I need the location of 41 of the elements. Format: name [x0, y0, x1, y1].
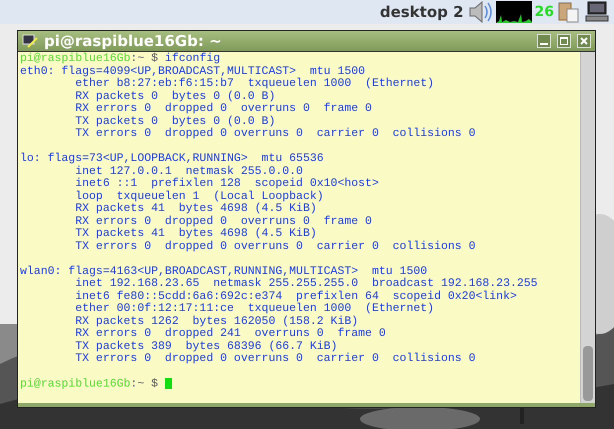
output-line: TX packets 389 bytes 68396 (66.7 KiB) — [74, 340, 338, 352]
output-line: RX errors 0 dropped 241 overruns 0 frame 0 — [74, 327, 386, 340]
output-line: loop txqueuelen 1 (Local Loopback) — [74, 190, 324, 202]
maximize-icon — [560, 37, 568, 45]
prompt-user-host: pi@raspiblue16Gb — [20, 378, 130, 391]
maximize-button[interactable] — [557, 34, 571, 48]
prompt-path: :~ $ — [130, 378, 158, 391]
output-line: ether 00:0f:12:17:11:ce txqueuelen 1000 (Ethernet) — [74, 302, 434, 315]
prompt-path: :~ $ — [130, 52, 158, 65]
cpu-reading: 26 — [534, 4, 554, 20]
output-line: RX errors 0 dropped 0 overruns 0 frame 0 — [74, 214, 372, 228]
output-line: lo: flags=73<UP,LOOPBACK,RUNNING> mtu 65536 — [20, 152, 324, 165]
output-line: eth0: flags=4099<UP,BROADCAST,MULTICAST> mtu 1500 — [20, 64, 366, 78]
close-icon — [580, 37, 588, 45]
output-line: RX packets 41 bytes 4698 (4.5 KiB) — [74, 202, 317, 215]
scrollbar[interactable] — [580, 52, 595, 403]
output-line: TX packets 0 bytes 0 (0.0 B) — [74, 114, 276, 128]
desktop-label[interactable]: desktop 2 — [380, 3, 464, 21]
output-line: TX errors 0 dropped 0 overruns 0 carrier 0 collisions 0 — [74, 240, 476, 252]
minimize-button[interactable] — [537, 34, 551, 48]
window-title: pi@raspiblue16Gb: ~ — [44, 32, 223, 50]
output-line: inet6 fe80::5cdd:6a6:692c:e374 prefixlen 64 scopeid 0x20<link> — [74, 290, 517, 302]
command-text: ifconfig — [164, 52, 220, 65]
output-line: TX packets 41 bytes 4698 (4.5 KiB) — [74, 227, 317, 240]
output-line: TX errors 0 dropped 0 overruns 0 carrier 0 collisions 0 — [74, 352, 476, 365]
close-button[interactable] — [577, 34, 591, 48]
output-line: RX packets 0 bytes 0 (0.0 B) — [74, 90, 276, 102]
speaker-icon[interactable] — [466, 1, 493, 23]
cpu-graph-icon[interactable] — [496, 1, 532, 23]
output-line: RX packets 1262 bytes 162050 (158.2 KiB) — [74, 314, 358, 328]
output-line: TX errors 0 dropped 0 overruns 0 carrier 0 collisions 0 — [74, 127, 476, 140]
prompt-user-host: pi@raspiblue16Gb — [20, 52, 130, 65]
output-line: inet 127.0.0.1 netmask 255.0.0.0 — [74, 164, 303, 178]
output-line: inet 192.168.23.65 netmask 255.255.255.0 broadcast 192.168.23.255 — [74, 277, 538, 290]
scrollbar-thumb[interactable] — [583, 346, 593, 401]
output-line: ether b8:27:eb:f6:15:b7 txqueuelen 1000 (Ethernet) — [74, 77, 434, 90]
output-line: RX errors 0 dropped 0 overruns 0 frame 0 — [74, 102, 372, 115]
clipboard-icon[interactable] — [557, 1, 581, 23]
output-line: inet6 ::1 prefixlen 128 scopeid 0x10<host> — [74, 177, 379, 190]
terminal-app-icon — [22, 33, 38, 49]
output-line: wlan0: flags=4163<UP,BROADCAST,RUNNING,MULTICAST> mtu 1500 — [20, 264, 428, 278]
